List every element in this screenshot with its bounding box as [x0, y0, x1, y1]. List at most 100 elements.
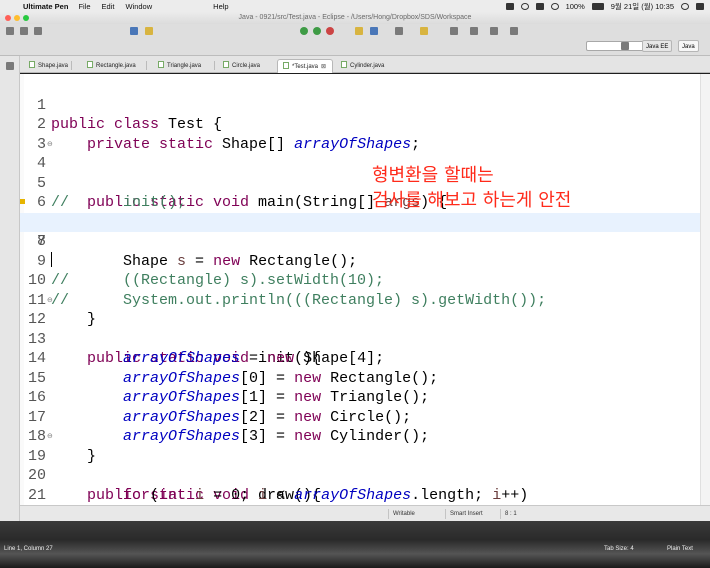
- overview-ruler[interactable]: [700, 74, 710, 505]
- fold-minus-icon[interactable]: ⊖: [47, 296, 53, 304]
- tab-divider: [146, 61, 147, 70]
- code-line[interactable]: 14 arrayOfShapes[0] = new Rectangle();: [20, 330, 700, 387]
- code-line-current[interactable]: 8: [20, 212, 700, 267]
- editor-tabs: Shape.java Rectangle.java Triangle.java …: [20, 56, 710, 73]
- search-tool-icon[interactable]: [420, 27, 428, 35]
- tab-label: Circle.java: [232, 63, 261, 69]
- code-line[interactable]: 7 Shape s = new Rectangle();: [20, 193, 700, 270]
- tab-label: Triangle.java: [167, 63, 202, 69]
- dropbox-icon[interactable]: [505, 2, 514, 10]
- stop-icon[interactable]: [326, 27, 334, 35]
- close-window-button[interactable]: [5, 15, 11, 21]
- insert-mode-status[interactable]: Smart Insert: [445, 509, 483, 519]
- perspective-java[interactable]: Java: [678, 40, 699, 52]
- new-java-project-icon[interactable]: [355, 27, 363, 35]
- code-line[interactable]: 20 for(int i = 0; i < arrayOfShapes.leng…: [20, 447, 700, 504]
- code-line[interactable]: 3: [20, 115, 700, 153]
- java-editor[interactable]: 1 public class Test { 2 private static S…: [20, 74, 710, 505]
- minimize-window-button[interactable]: [14, 15, 20, 21]
- code-line[interactable]: 6 // draw();: [20, 174, 700, 231]
- debug-icon[interactable]: [130, 27, 138, 35]
- fold-minus-icon[interactable]: ⊖: [47, 433, 53, 440]
- open-type-icon[interactable]: [395, 27, 403, 35]
- pin-icon[interactable]: [510, 27, 518, 35]
- fold-minus-icon[interactable]: ⊖: [47, 140, 53, 148]
- tab-size: Tab Size: 4: [604, 546, 634, 552]
- tab-divider: [214, 61, 215, 70]
- search-icon[interactable]: [681, 2, 689, 10]
- app-name-menu[interactable]: Ultimate Pen: [23, 2, 68, 11]
- menu-file[interactable]: File: [78, 2, 90, 11]
- tab-divider: [71, 61, 72, 70]
- tab-test-java[interactable]: *Test.java ⊠: [277, 59, 333, 73]
- tab-triangle-java[interactable]: Triangle.java: [153, 59, 215, 73]
- java-file-icon: [283, 62, 289, 69]
- mac-menu-bar: Ultimate Pen File Edit Window Help 100% …: [0, 0, 710, 12]
- code-line[interactable]: 2 private static Shape[] arrayOfShapes;: [20, 96, 700, 153]
- menu-window[interactable]: Window: [125, 2, 152, 11]
- annotation-line-2: 검사를 해보고 하는게 안전: [372, 190, 572, 211]
- menu-help[interactable]: Help: [213, 2, 228, 11]
- code-line[interactable]: 22 }: [20, 486, 700, 506]
- back-icon[interactable]: [470, 27, 478, 35]
- zoom-window-button[interactable]: [23, 15, 29, 21]
- close-tab-icon[interactable]: ⊠: [321, 64, 326, 70]
- new-package-icon[interactable]: [370, 27, 378, 35]
- java-file-icon: [87, 61, 93, 68]
- save-icon[interactable]: [20, 27, 28, 35]
- java-file-icon: [158, 61, 164, 68]
- tab-shape-java[interactable]: Shape.java: [24, 59, 72, 73]
- code-line[interactable]: 1 public class Test {: [20, 76, 700, 134]
- quick-access-input[interactable]: [586, 41, 645, 51]
- restore-icon[interactable]: [6, 62, 14, 70]
- code-line[interactable]: 4 ⊖ public static void main(String[] arg…: [20, 135, 700, 211]
- java-file-icon: [341, 61, 347, 68]
- tab-label: Rectangle.java: [96, 63, 136, 69]
- code-line[interactable]: 15 arrayOfShapes[1] = new Triangle();: [20, 349, 700, 407]
- cursor-position-status: 8 : 1: [500, 509, 517, 519]
- code-line[interactable]: 9 // ((Rectangle) s).setWidth(10);: [20, 232, 700, 290]
- open-perspective-icon[interactable]: [621, 42, 629, 50]
- tab-cylinder-java[interactable]: Cylinder.java: [336, 59, 398, 73]
- run-icon[interactable]: [300, 27, 308, 35]
- java-file-icon: [29, 61, 35, 68]
- warning-marker-icon[interactable]: [20, 199, 25, 204]
- handwritten-annotation: 형변환을 할때는 검사를 해보고 하는게 안전: [372, 163, 571, 213]
- tab-rectangle-java[interactable]: Rectangle.java: [82, 59, 147, 73]
- left-trim-bar: [0, 56, 20, 521]
- list-icon[interactable]: [696, 2, 704, 10]
- wifi-icon[interactable]: [550, 2, 559, 10]
- main-toolbar: Java EE Java: [0, 24, 710, 56]
- screen-icon[interactable]: [535, 2, 544, 10]
- clock[interactable]: 9월 21일 (월) 10:35: [611, 1, 674, 12]
- sync-icon[interactable]: [520, 2, 529, 10]
- tab-circle-java[interactable]: Circle.java: [218, 59, 275, 73]
- cursor-line-column: Line 1, Column 27: [4, 546, 53, 552]
- tab-label: Shape.java: [38, 63, 69, 69]
- tab-label: *Test.java: [292, 64, 319, 70]
- new-icon[interactable]: [6, 27, 14, 35]
- menu-edit[interactable]: Edit: [102, 2, 115, 11]
- window-title: Java - 0921/src/Test.java - Eclipse - /U…: [238, 14, 472, 21]
- perspective-java-ee[interactable]: Java EE: [642, 40, 673, 52]
- external-tools-icon[interactable]: [145, 27, 153, 35]
- editor-status-bar: Writable Smart Insert 8 : 1: [20, 505, 710, 521]
- code-line[interactable]: 21 arrayOfShapes[i].draw();: [20, 466, 700, 504]
- code-line[interactable]: 16 arrayOfShapes[2] = new Circle();: [20, 369, 700, 426]
- code-line[interactable]: 17 arrayOfShapes[3] = new Cylinder();: [20, 388, 700, 446]
- print-icon[interactable]: [34, 27, 42, 35]
- battery-icon[interactable]: [591, 2, 604, 10]
- code-line[interactable]: 5 // init();: [20, 154, 700, 212]
- next-annotation-icon[interactable]: [450, 27, 458, 35]
- battery-level[interactable]: 100%: [566, 2, 585, 11]
- code-line[interactable]: 18 }: [20, 408, 700, 465]
- annotation-line-1: 형변환을 할때는: [372, 165, 494, 186]
- code-line[interactable]: 13 arrayOfShapes = new Shape[4];: [20, 310, 700, 368]
- tab-label: Cylinder.java: [350, 63, 385, 69]
- code-line[interactable]: 11 }: [20, 271, 700, 329]
- code-line[interactable]: 19 ⊖ public static void draw(){: [20, 427, 700, 504]
- code-line[interactable]: 10 // System.out.println(((Rectangle) s)…: [20, 252, 700, 309]
- debug-run-icon[interactable]: [313, 27, 321, 35]
- code-line[interactable]: 12 ⊖ public static void init(){: [20, 291, 700, 367]
- forward-icon[interactable]: [490, 27, 498, 35]
